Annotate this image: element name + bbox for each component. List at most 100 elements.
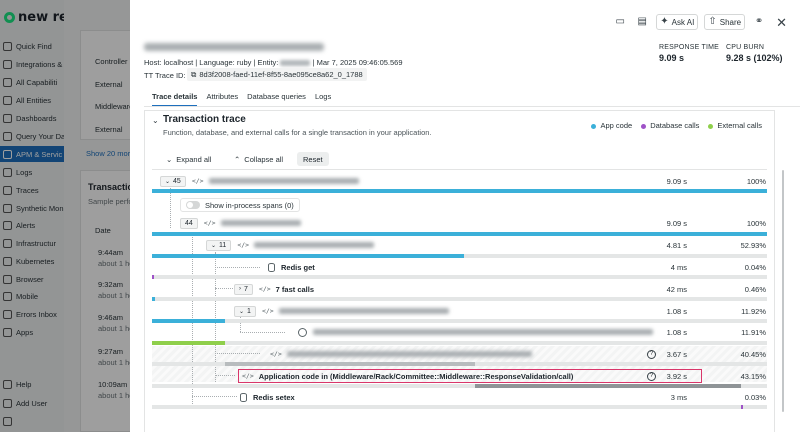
cpu-burn-value: 9.28 s (102%) (726, 53, 783, 63)
tabs-divider (144, 106, 800, 107)
trace-row-header: ⌄ 1 </> 1.08 s 11.92% (152, 304, 767, 318)
collapse-all-button[interactable]: ⌃ Collapse all (234, 152, 283, 166)
entity-name-redacted (280, 60, 311, 67)
timeline-bar-app-code (152, 232, 767, 236)
legend-dot-database (641, 123, 647, 129)
trace-tabs: Trace details Attributes Database querie… (152, 92, 331, 107)
legend-dot-external (708, 123, 714, 129)
child-count-badge[interactable]: 44 (180, 217, 198, 229)
expand-all-label: Expand all (176, 154, 212, 164)
chevron-right-icon: › (239, 286, 241, 292)
legend-external-calls: External calls (708, 121, 762, 130)
close-button[interactable]: ✕ (773, 14, 790, 30)
timeline-bar-app-code (152, 319, 225, 323)
timeline-track (152, 297, 767, 301)
notebook-icon: ▤ (637, 16, 647, 27)
ask-ai-label: Ask AI (671, 17, 695, 27)
legend-label: Database calls (650, 121, 700, 130)
timeline-track (152, 319, 767, 323)
collapse-children-button[interactable]: ⌄ 1 (234, 305, 256, 317)
feedback-button[interactable]: ▭ (612, 14, 628, 30)
link-icon: ⚭ (754, 16, 764, 27)
child-count: 44 (185, 219, 193, 227)
segment-percent: 52.93% (740, 240, 766, 250)
collapse-section-chevron-icon[interactable]: ⌄ (152, 116, 159, 125)
reset-button[interactable]: Reset (297, 152, 329, 166)
timeline-bar-database (741, 405, 743, 409)
trace-row-header: 1.08 s 11.91% (152, 325, 767, 339)
segment-percent: 0.04% (744, 262, 766, 272)
segment-time: 9.09 s (666, 218, 687, 228)
code-icon: </> (270, 350, 282, 358)
chevron-up-icon: ⌃ (234, 154, 241, 164)
trace-row-header: › 7 </> 7 fast calls 42 ms 0.46% (152, 282, 767, 296)
timeline-bar-app-code (152, 254, 464, 258)
chevron-down-icon: ⌄ (166, 154, 173, 164)
help-icon[interactable]: ? (647, 371, 656, 381)
host-meta-line: Host: localhost | Language: ruby | Entit… (144, 58, 403, 67)
tab-attributes[interactable]: Attributes (206, 92, 238, 107)
legend-label: App code (600, 121, 633, 130)
comment-icon: ▭ (615, 16, 625, 27)
segment-time: 4.81 s (666, 240, 687, 250)
tt-trace-id-chip[interactable]: ⧉ 8d3f2008-faed-11ef-8f55-8ae095ce8a62_0… (187, 68, 367, 81)
ask-ai-button[interactable]: ✦ Ask AI (656, 14, 699, 30)
flyout-toolbar: ▭ ▤ ✦ Ask AI ⇧ Share ⚭ ✕ (612, 14, 790, 30)
transaction-trace-subtitle: Function, database, and external calls f… (163, 128, 432, 137)
trace-row-header: </> ? 3.67 s 40.45% (152, 347, 767, 361)
trace-row-header: Redis setex 3 ms 0.03% (152, 390, 767, 404)
segment-time: 3.67 s (666, 349, 687, 359)
segment-percent: 40.45% (740, 349, 766, 359)
child-count: 45 (173, 177, 181, 185)
segment-percent: 11.92% (741, 306, 766, 316)
controls-divider (152, 169, 767, 170)
show-in-process-label: Show in-process spans (0) (205, 200, 294, 210)
transaction-name-redacted (144, 43, 324, 51)
modal-backdrop[interactable] (0, 0, 130, 432)
segment-time: 1.08 s (666, 327, 687, 337)
share-button[interactable]: ⇧ Share (704, 14, 746, 30)
help-icon[interactable]: ? (647, 349, 656, 359)
tab-trace-details[interactable]: Trace details (152, 92, 198, 107)
expand-all-button[interactable]: ⌄ Expand all (166, 152, 211, 166)
cpu-burn-label: CPU BURN (726, 44, 765, 51)
segment-percent: 100% (746, 176, 766, 186)
chevron-down-icon: ⌄ (165, 178, 171, 185)
trace-legend: App code Database calls External calls (591, 121, 762, 130)
chevron-down-icon: ⌄ (211, 242, 217, 249)
trace-scrollbar[interactable] (782, 170, 784, 412)
collapse-children-button[interactable]: ⌄ 11 (206, 239, 232, 251)
timeline-track (152, 405, 767, 409)
code-icon: </> (242, 372, 254, 380)
share-icon: ⇧ (708, 16, 717, 27)
segment-name: 7 fast calls (275, 284, 315, 294)
sparkle-icon: ✦ (660, 16, 669, 27)
tab-database-queries[interactable]: Database queries (247, 92, 306, 107)
toggle-switch[interactable] (186, 201, 200, 209)
tab-logs[interactable]: Logs (315, 92, 331, 107)
child-count: 1 (247, 307, 251, 315)
segment-name-redacted (208, 178, 359, 184)
host-meta-prefix: Host: localhost | Language: ruby | Entit… (144, 58, 279, 67)
code-icon: </> (258, 285, 271, 293)
segment-time: 3 ms (670, 392, 687, 402)
segment-name: Redis get (281, 262, 315, 272)
segment-time: 3.92 s (666, 371, 687, 381)
legend-app-code: App code (591, 121, 632, 130)
segment-time: 42 ms (666, 284, 687, 294)
external-url-redacted (313, 329, 653, 335)
segment-name-redacted (254, 242, 375, 248)
close-icon: ✕ (776, 14, 787, 30)
notebook-button[interactable]: ▤ (634, 14, 650, 30)
segment-percent: 11.91% (741, 327, 766, 337)
collapse-children-button[interactable]: ⌄ 45 (160, 175, 186, 187)
segment-percent: 43.15% (740, 371, 766, 381)
expand-children-button[interactable]: › 7 (234, 283, 253, 295)
globe-icon (298, 327, 307, 337)
tt-trace-id-label: TT Trace ID: (144, 71, 186, 80)
segment-name-redacted (278, 308, 449, 314)
timeline-track (152, 341, 767, 345)
copy-link-button[interactable]: ⚭ (751, 14, 767, 30)
code-icon: </> (191, 177, 204, 185)
show-in-process-spans-toggle[interactable]: Show in-process spans (0) (180, 198, 300, 212)
